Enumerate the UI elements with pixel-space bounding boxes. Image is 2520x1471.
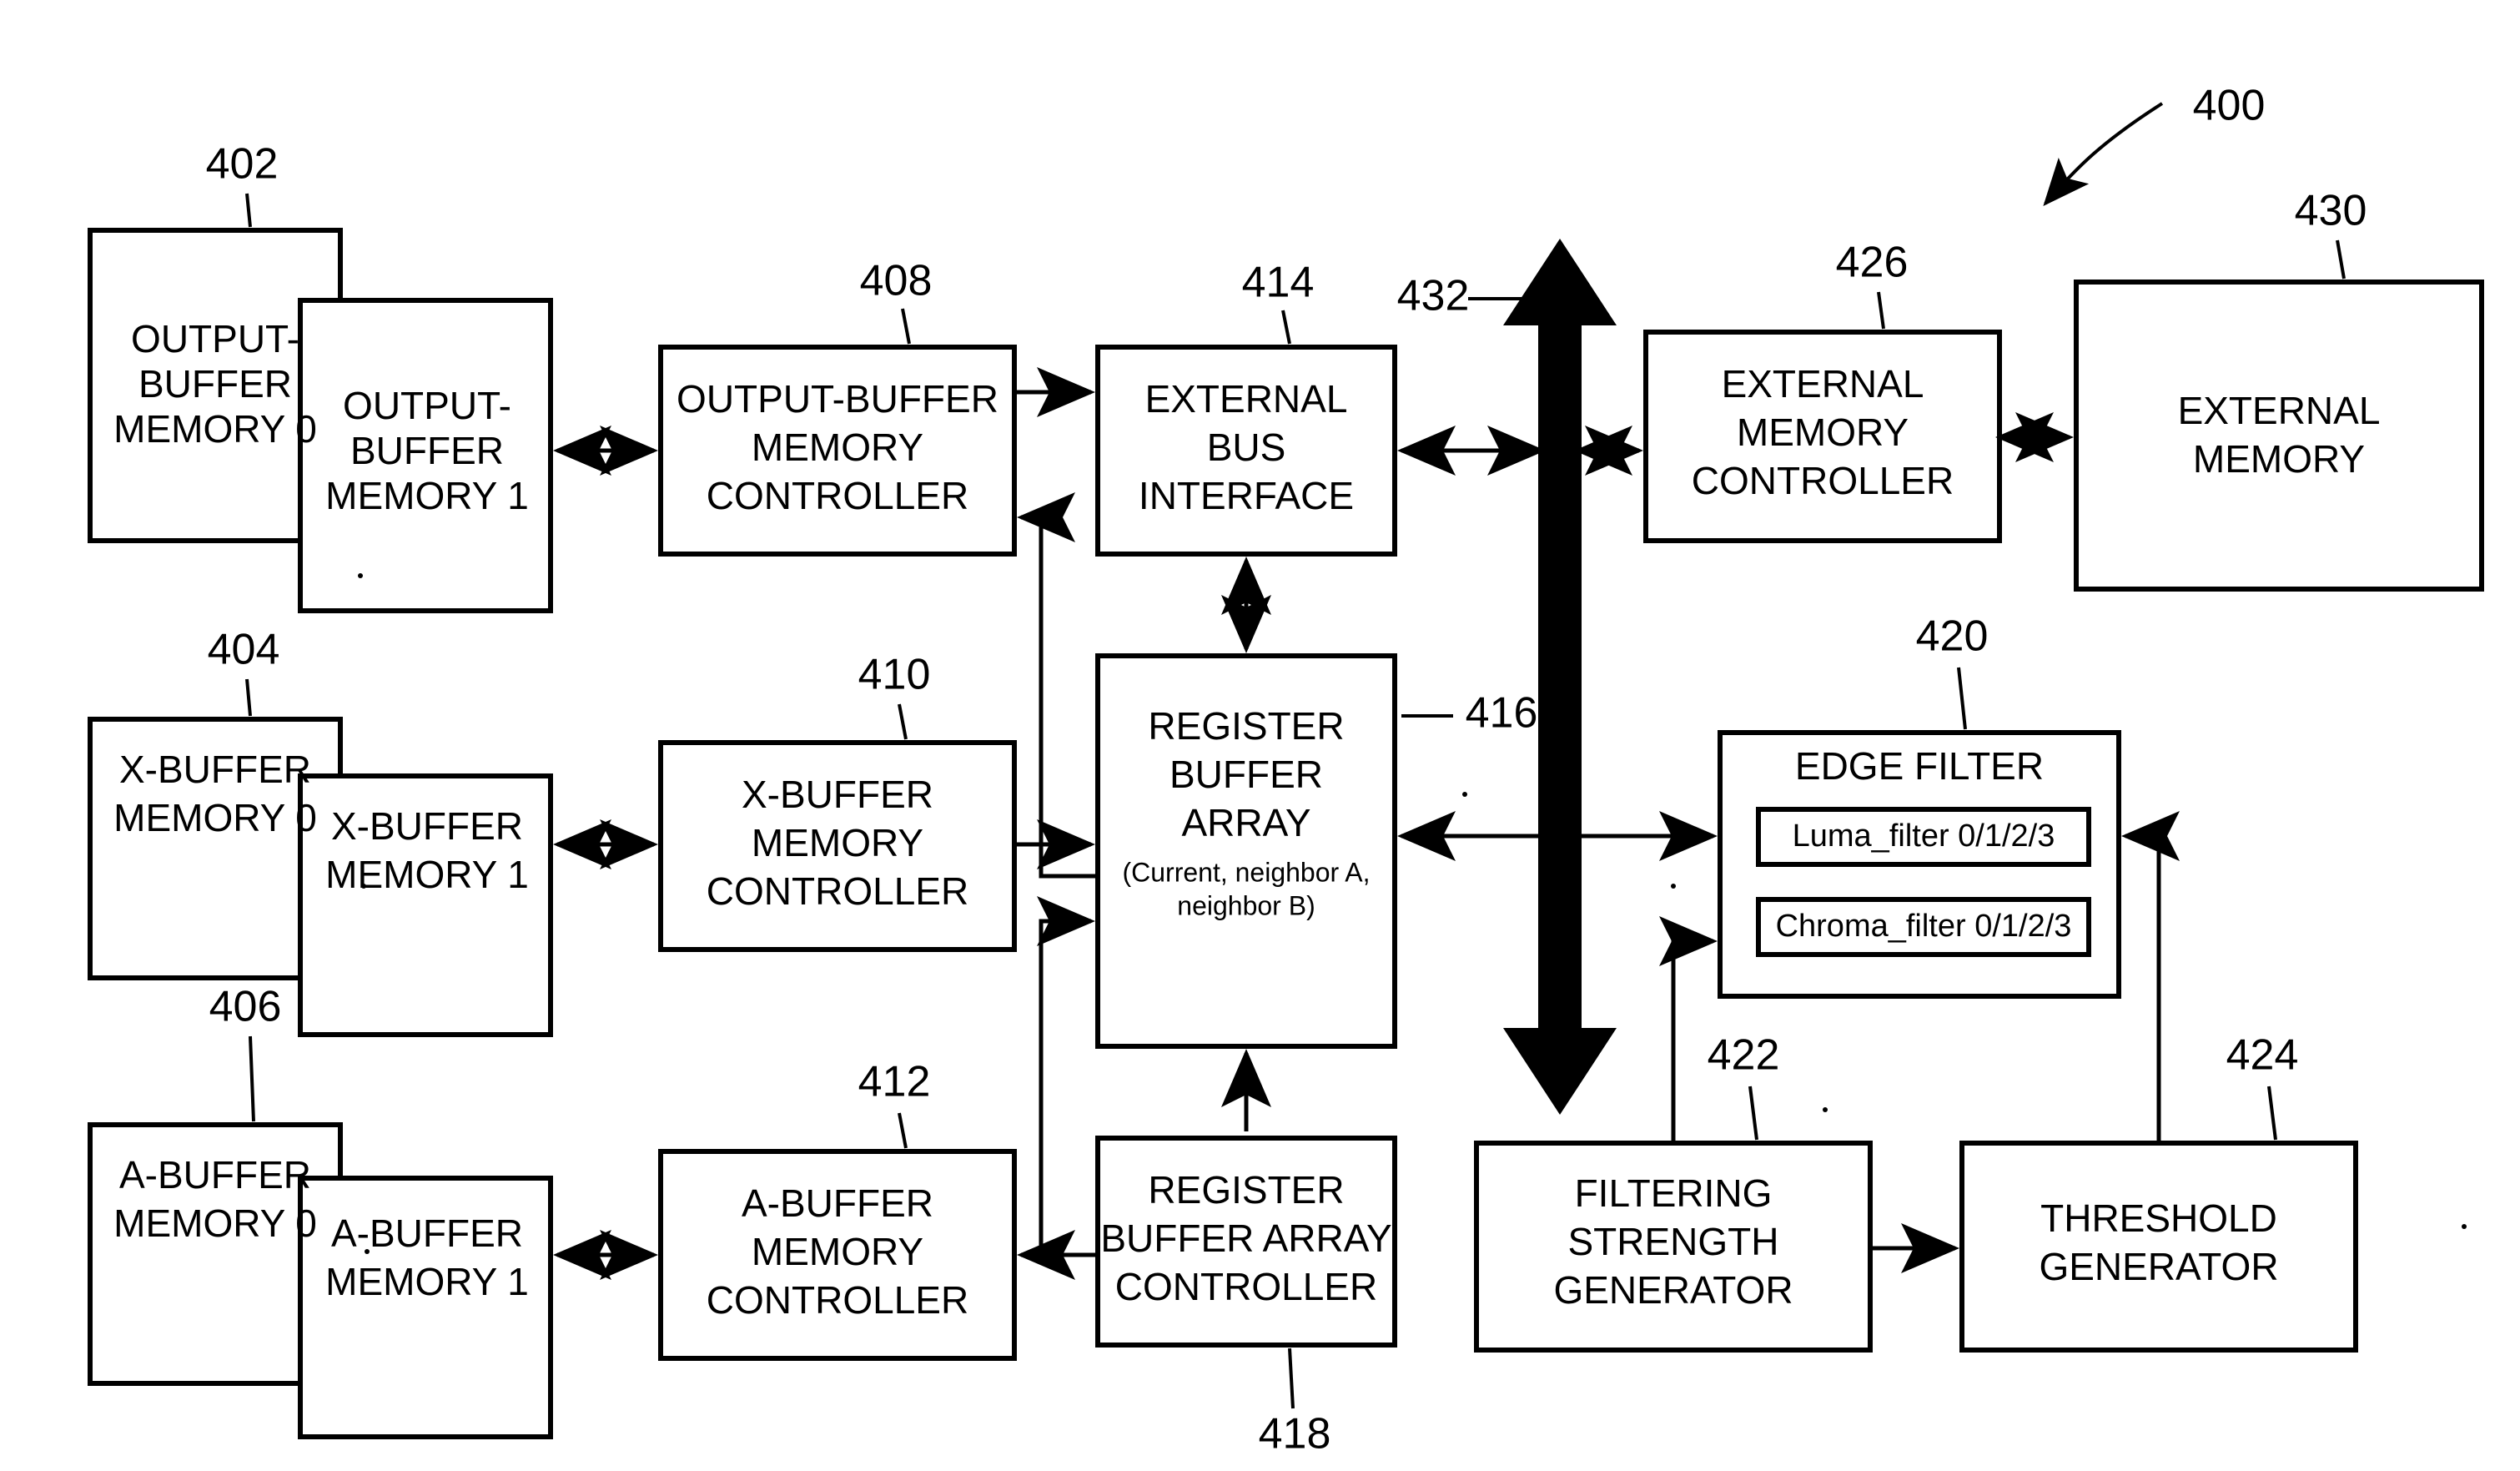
leader-430 <box>2336 239 2346 280</box>
conn-rba-obmc <box>1017 492 1098 879</box>
refnum-418: 418 <box>1259 1410 1331 1458</box>
label-output-buffer-memory-1-line2: BUFFER <box>350 429 504 472</box>
label-filtering-strength-generator-line2: STRENGTH <box>1568 1220 1779 1263</box>
refnum-412: 412 <box>858 1058 931 1106</box>
label-x-buffer-memory-0-line2: MEMORY 0 <box>113 796 317 839</box>
leader-418 <box>1288 1348 1295 1409</box>
label-register-buffer-array-line3: ARRAY <box>1181 801 1310 844</box>
label-a-buffer-memory-0-line1: A-BUFFER <box>119 1153 311 1196</box>
label-x-buffer-memory-1-line1: X-BUFFER <box>331 804 523 848</box>
scan-artifact-dot <box>1462 792 1467 797</box>
label-external-bus-interface-line2: BUS <box>1207 426 1286 469</box>
scan-artifact-dot <box>2462 1224 2467 1229</box>
label-a-buffer-memory-1-line1: A-BUFFER <box>331 1212 523 1255</box>
label-register-buffer-array-sub1: (Current, neighbor A, <box>1122 857 1370 887</box>
label-register-buffer-array-line1: REGISTER <box>1148 704 1344 748</box>
refnum-408: 408 <box>860 257 933 305</box>
label-external-bus-interface-line3: INTERFACE <box>1139 474 1354 517</box>
scan-artifact-dot <box>1823 1107 1828 1112</box>
label-external-bus-interface-line1: EXTERNAL <box>1145 377 1348 421</box>
label-a-buffer-memory-1-line2: MEMORY 1 <box>325 1260 529 1303</box>
label-x-buffer-memory-0-line1: X-BUFFER <box>119 748 311 791</box>
leader-424 <box>2267 1086 2277 1141</box>
patent-figure-canvas: OUTPUT- BUFFER MEMORY 0 OUTPUT- BUFFER M… <box>0 0 2520 1471</box>
refnum-406: 406 <box>209 983 282 1031</box>
leader-414 <box>1281 310 1291 345</box>
leader-426 <box>1877 291 1885 330</box>
label-filtering-strength-generator-line3: GENERATOR <box>1553 1268 1793 1312</box>
refnum-400: 400 <box>2193 82 2266 130</box>
leader-410 <box>898 703 908 740</box>
label-output-buffer-memory-0-line2: BUFFER <box>138 362 292 406</box>
label-output-buffer-memory-0-line1: OUTPUT- <box>131 317 299 360</box>
label-chroma-filter: Chroma_filter 0/1/2/3 <box>1776 909 2072 944</box>
label-output-buffer-memory-controller-line1: OUTPUT-BUFFER <box>677 377 998 421</box>
label-register-buffer-array-line2: BUFFER <box>1169 753 1323 796</box>
diagram-svg: OUTPUT- BUFFER MEMORY 0 OUTPUT- BUFFER M… <box>88 82 2484 1458</box>
refnum-410: 410 <box>858 651 931 699</box>
label-external-memory-line1: EXTERNAL <box>2178 389 2381 432</box>
label-external-memory-controller-line2: MEMORY <box>1737 411 1909 454</box>
leader-400 <box>2043 102 2164 207</box>
leader-422 <box>1748 1086 1758 1141</box>
conn-tg-edgefilter <box>2121 811 2180 1143</box>
label-filtering-strength-generator-line1: FILTERING <box>1575 1171 1773 1215</box>
refnum-414: 414 <box>1242 259 1315 307</box>
label-x-buffer-memory-controller-line3: CONTROLLER <box>707 869 968 913</box>
leader-402 <box>245 193 252 228</box>
label-register-buffer-array-sub2: neighbor B) <box>1177 890 1315 920</box>
refnum-424: 424 <box>2226 1031 2299 1080</box>
label-x-buffer-memory-controller-line2: MEMORY <box>752 821 923 864</box>
refnum-426: 426 <box>1836 239 1909 287</box>
label-x-buffer-memory-1-line2: MEMORY 1 <box>325 853 529 896</box>
block-external-memory[interactable] <box>2074 280 2484 592</box>
label-a-buffer-memory-controller-line2: MEMORY <box>752 1230 923 1273</box>
refnum-404: 404 <box>208 626 280 674</box>
leader-420 <box>1957 667 1967 730</box>
label-threshold-generator-line2: GENERATOR <box>2039 1245 2278 1288</box>
refnum-402: 402 <box>206 140 279 189</box>
label-output-buffer-memory-1-line3: MEMORY 1 <box>325 474 529 517</box>
label-a-buffer-memory-controller-line1: A-BUFFER <box>742 1181 933 1225</box>
label-external-memory-controller-line1: EXTERNAL <box>1722 362 1924 406</box>
refnum-420: 420 <box>1916 612 1989 661</box>
refnum-422: 422 <box>1708 1031 1780 1080</box>
refnum-430: 430 <box>2295 187 2367 235</box>
label-x-buffer-memory-controller-line1: X-BUFFER <box>742 773 933 816</box>
label-output-buffer-memory-1-line1: OUTPUT- <box>343 384 511 427</box>
label-output-buffer-memory-0-line3: MEMORY 0 <box>113 407 317 451</box>
conn-rbac-rba-side <box>1037 896 1095 1255</box>
leader-406 <box>249 1035 255 1122</box>
leader-408 <box>901 308 911 345</box>
label-external-memory-line2: MEMORY <box>2193 437 2365 481</box>
label-register-buffer-array-controller-line3: CONTROLLER <box>1115 1265 1377 1308</box>
label-output-buffer-memory-controller-line3: CONTROLLER <box>707 474 968 517</box>
leader-412 <box>898 1112 908 1149</box>
scan-artifact-dot <box>1671 884 1676 889</box>
refnum-416: 416 <box>1466 689 1538 738</box>
refnum-432: 432 <box>1397 272 1470 320</box>
label-luma-filter: Luma_filter 0/1/2/3 <box>1793 819 2055 854</box>
scan-artifact-dot <box>358 573 363 578</box>
label-threshold-generator-line1: THRESHOLD <box>2040 1196 2277 1240</box>
label-register-buffer-array-controller-line1: REGISTER <box>1148 1168 1344 1212</box>
label-output-buffer-memory-controller-line2: MEMORY <box>752 426 923 469</box>
label-register-buffer-array-controller-line2: BUFFER ARRAY <box>1100 1217 1391 1260</box>
label-a-buffer-memory-controller-line3: CONTROLLER <box>707 1278 968 1322</box>
leader-404 <box>245 678 252 717</box>
label-a-buffer-memory-0-line2: MEMORY 0 <box>113 1201 317 1245</box>
label-external-memory-controller-line3: CONTROLLER <box>1692 459 1954 502</box>
external-bus-arrow-432 <box>1503 239 1617 1115</box>
label-edge-filter: EDGE FILTER <box>1795 744 2044 788</box>
